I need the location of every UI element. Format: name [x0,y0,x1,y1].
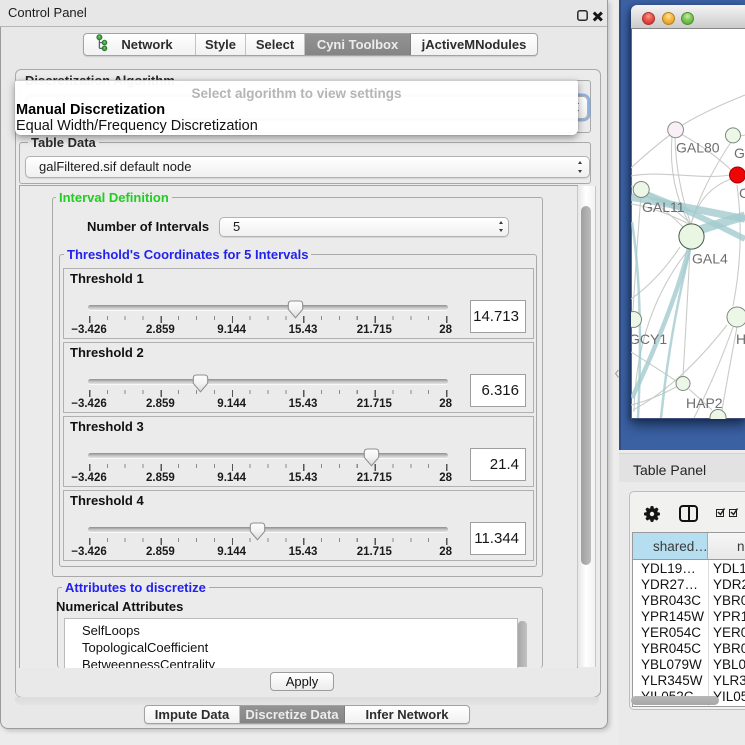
svg-text:GA: GA [734,145,745,161]
svg-text:GAL4: GAL4 [692,251,728,267]
svg-text:H: H [736,331,745,347]
svg-text:C: C [739,185,745,201]
svg-text:GAL80: GAL80 [676,140,720,156]
svg-text:GCY1: GCY1 [631,331,667,347]
svg-text:HAP2: HAP2 [686,395,723,411]
svg-text:GAL11: GAL11 [642,199,685,215]
